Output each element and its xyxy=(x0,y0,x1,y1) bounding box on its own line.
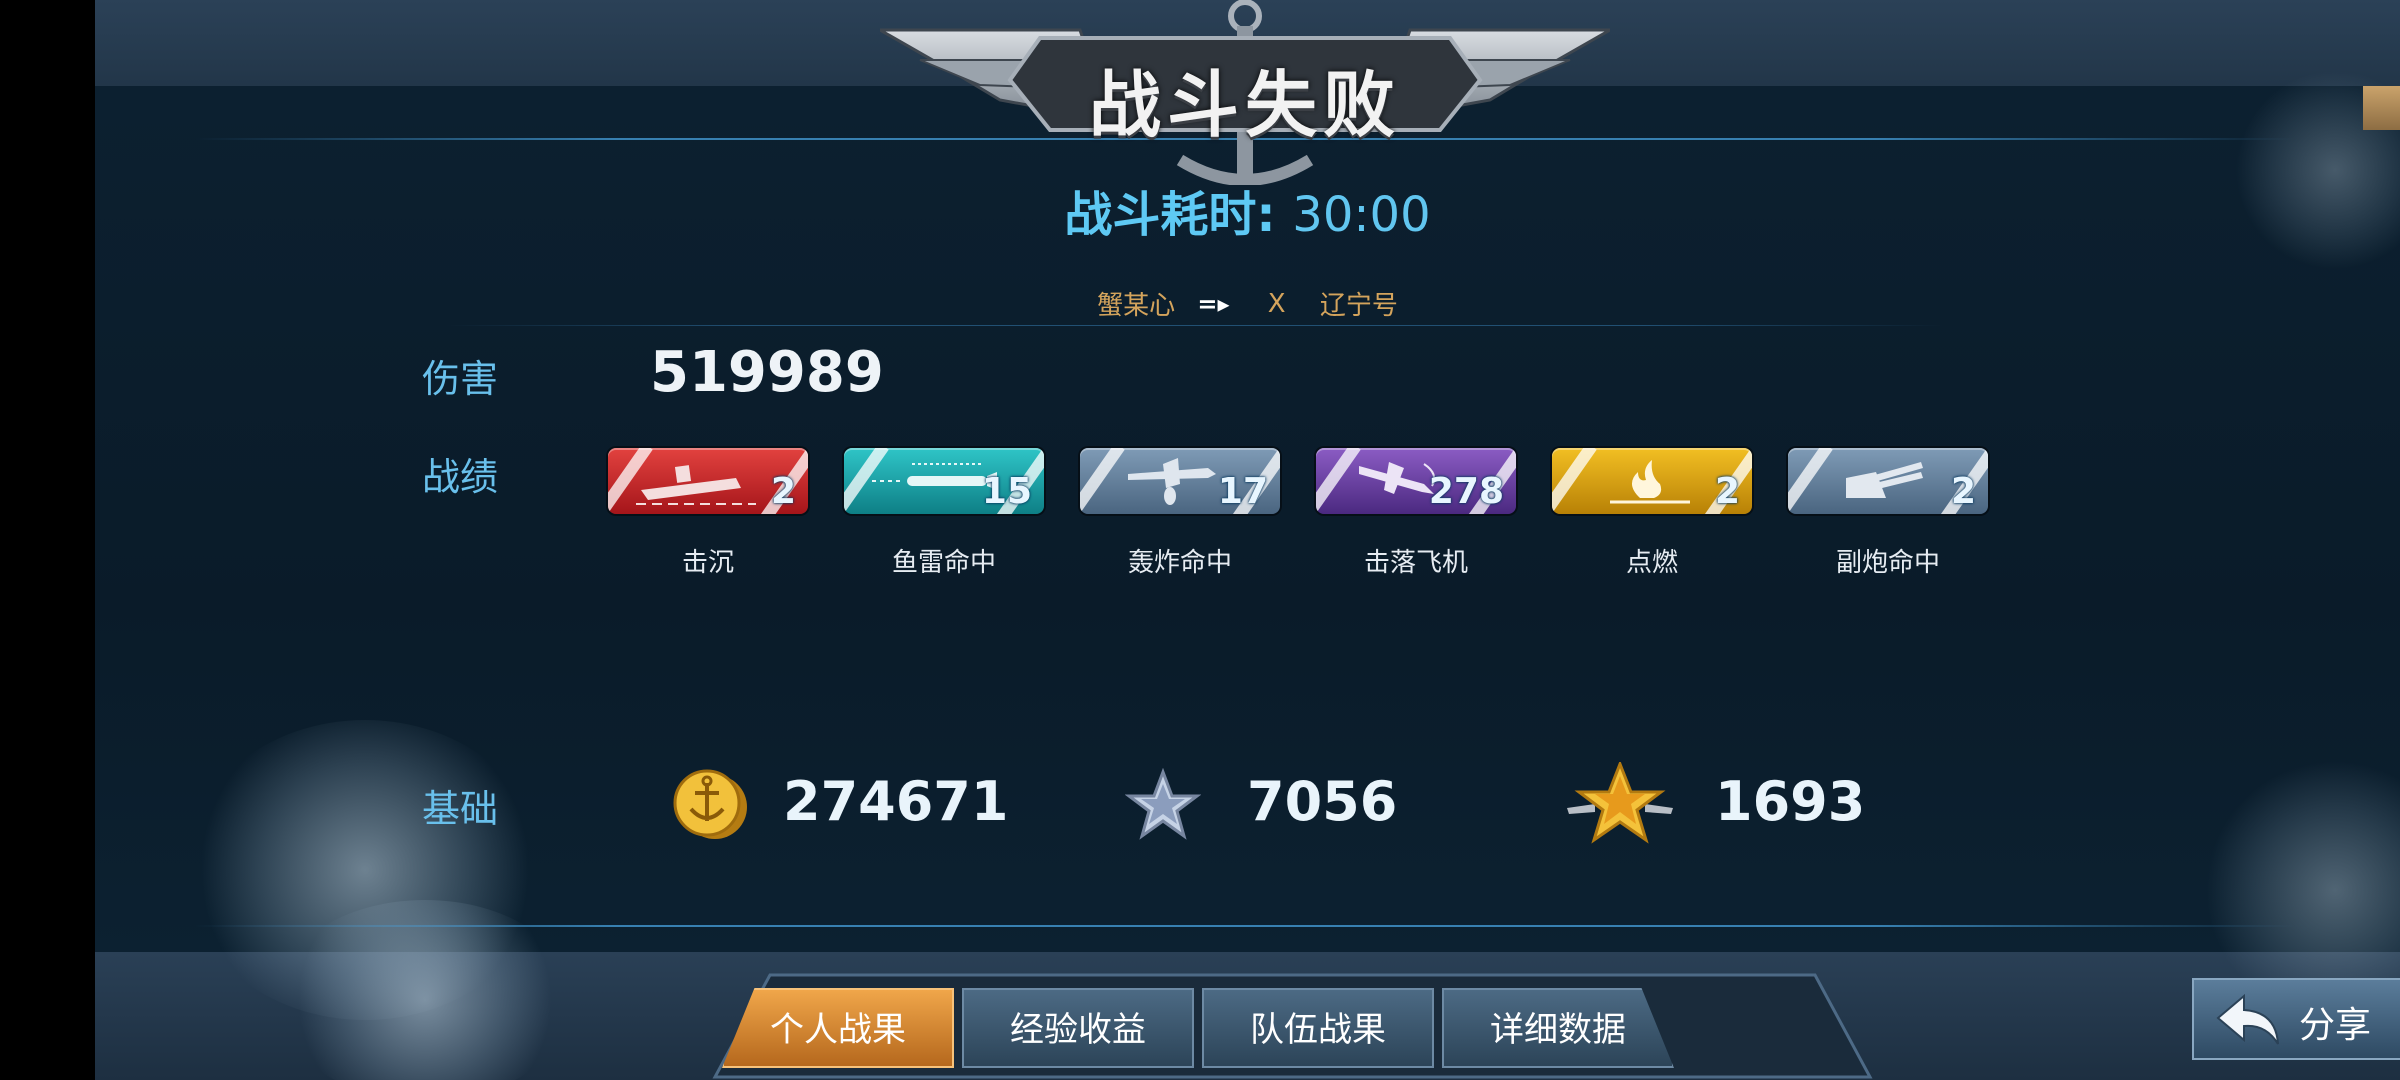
stat-label: 击沉 xyxy=(681,548,734,578)
share-label: 分享 xyxy=(2299,1005,2372,1046)
stat-count: 2 xyxy=(1714,471,1740,512)
stat-badge-torpedo: 15 xyxy=(844,448,1044,514)
duration-label: 战斗耗时: xyxy=(1064,187,1276,243)
stat-label: 击落飞机 xyxy=(1363,548,1468,578)
stat-label: 点燃 xyxy=(1625,548,1678,578)
arrow-icon: =▸ xyxy=(1197,289,1230,318)
damage-label: 伤害 xyxy=(422,357,499,401)
share-arrow-icon xyxy=(2216,993,2279,1045)
matchup-line: 蟹某心 =▸ X 辽宁号 xyxy=(95,285,2400,322)
coins-value: 274671 xyxy=(783,770,1009,833)
target-ship-name: 辽宁号 xyxy=(1319,291,1398,321)
versus-separator: X xyxy=(1267,288,1286,319)
stat-label: 轰炸命中 xyxy=(1127,548,1232,578)
battle-duration: 战斗耗时: 30:00 xyxy=(95,175,2400,245)
experience-value: 7056 xyxy=(1247,770,1398,833)
gold-coin-icon xyxy=(673,769,747,839)
divider-line xyxy=(195,925,2295,927)
tab-detailed-data[interactable]: 详细数据 xyxy=(1442,988,1674,1068)
tab-label: 详细数据 xyxy=(1490,1010,1626,1050)
gold-star-rank-icon xyxy=(1567,762,1673,844)
tab-label: 个人战果 xyxy=(770,1010,906,1050)
stat-label: 副炮命中 xyxy=(1835,548,1940,578)
stat-count: 2 xyxy=(770,471,796,512)
result-title: 战斗失败 xyxy=(1088,63,1401,147)
stat-badge-bomb: 17 xyxy=(1080,448,1280,514)
stat-badge-sink: 2 xyxy=(608,448,808,514)
fire-icon xyxy=(1610,460,1690,504)
battle-result-screen: 战斗失败 战斗耗时: 30:00 蟹某心 =▸ X 辽宁号 伤害 519989 … xyxy=(95,0,2400,1080)
stat-count: 2 xyxy=(1950,471,1976,512)
tab-label: 队伍战果 xyxy=(1250,1010,1386,1050)
stat-count: 15 xyxy=(981,471,1032,512)
tab-personal-results[interactable]: 个人战果 xyxy=(722,988,954,1068)
screen: 战斗失败 战斗耗时: 30:00 蟹某心 =▸ X 辽宁号 伤害 519989 … xyxy=(0,0,2400,1080)
stat-badge-secondary-gun: 2 xyxy=(1788,448,1988,514)
divider-line xyxy=(445,325,1945,326)
duration-value: 30:00 xyxy=(1292,187,1431,243)
sinking-ship-icon xyxy=(636,465,756,505)
tab-team-results[interactable]: 队伍战果 xyxy=(1202,988,1434,1068)
tab-experience-gains[interactable]: 经验收益 xyxy=(962,988,1194,1068)
damage-value: 519989 xyxy=(650,340,884,405)
stat-badge-shootdown: 278 xyxy=(1316,448,1516,514)
stat-count: 17 xyxy=(1217,471,1268,512)
share-button[interactable]: 分享 xyxy=(2192,978,2400,1060)
turret-icon xyxy=(1846,462,1923,498)
defeat-emblem: 战斗失败 xyxy=(874,0,1616,186)
close-icon xyxy=(2363,86,2400,130)
stat-label: 鱼雷命中 xyxy=(891,548,996,578)
silver-star-icon xyxy=(1125,768,1201,840)
stats-label: 战绩 xyxy=(422,455,499,499)
result-tabs: 个人战果 经验收益 队伍战果 详细数据 xyxy=(710,973,1875,1080)
tab-label: 经验收益 xyxy=(1010,1010,1146,1050)
rank-points-value: 1693 xyxy=(1715,770,1866,833)
close-button[interactable] xyxy=(2363,86,2400,130)
base-label: 基础 xyxy=(422,787,499,831)
stat-count: 278 xyxy=(1428,471,1504,512)
player-name: 蟹某心 xyxy=(1097,291,1176,321)
stat-badge-ignite: 2 xyxy=(1552,448,1752,514)
